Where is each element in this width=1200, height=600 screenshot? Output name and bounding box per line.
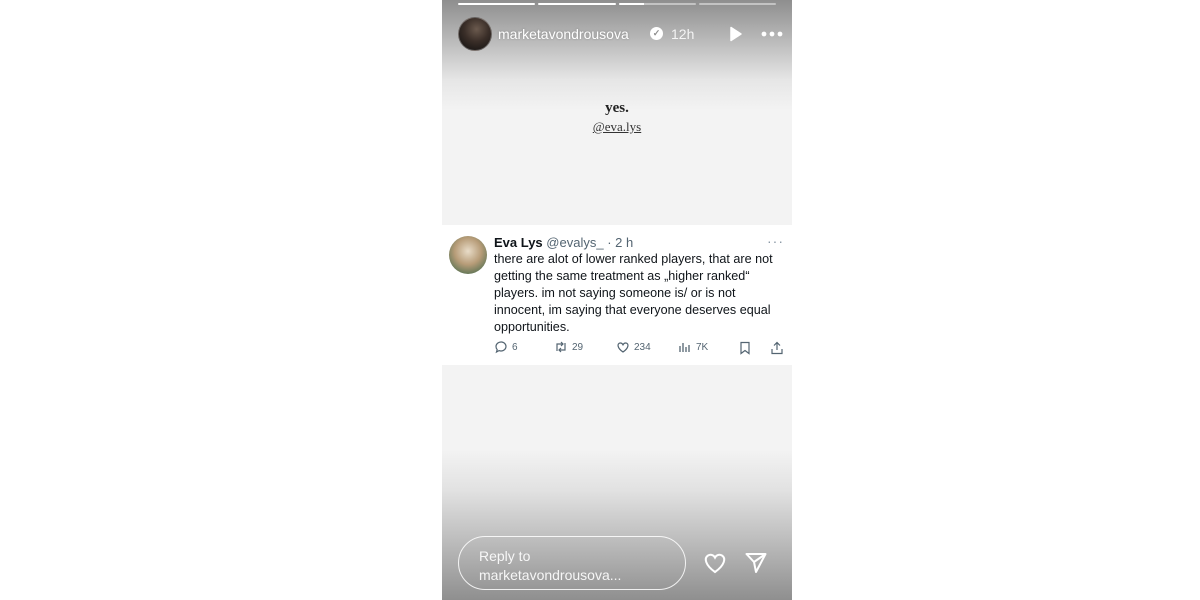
avatar[interactable] [458, 17, 492, 51]
comment-icon [495, 341, 507, 354]
heart-icon[interactable] [702, 551, 728, 575]
story-username[interactable]: marketavondrousova [498, 26, 629, 42]
views-action[interactable]: 7K [678, 340, 708, 354]
tweet-actions: 6 29 234 7K [494, 340, 788, 356]
verified-badge-icon: ✓ [650, 27, 663, 40]
bookmark-icon[interactable] [738, 341, 752, 355]
progress-fill [618, 3, 644, 5]
story-caption: yes. @eva.lys [442, 100, 792, 135]
story-timestamp: 12h [671, 26, 695, 42]
progress-fill [458, 3, 536, 5]
reply-count: 6 [512, 341, 518, 353]
tweet-more-icon[interactable]: ··· [767, 233, 784, 249]
progress-segment [458, 3, 536, 5]
more-icon[interactable] [760, 25, 784, 43]
story-viewer: marketavondrousova ✓ 12h yes. @eva.lys E… [442, 0, 792, 600]
retweet-icon [556, 341, 566, 353]
embedded-tweet[interactable]: Eva Lys @evalys_ · 2 h ··· there are alo… [442, 225, 792, 365]
mention-link[interactable]: @eva.lys [442, 119, 792, 135]
progress-segment [538, 3, 616, 5]
views-count: 7K [696, 341, 709, 353]
progress-fill [538, 3, 616, 5]
progress-segment [618, 3, 696, 5]
tweet-body: there are alot of lower ranked players, … [494, 252, 773, 334]
share-icon[interactable] [770, 341, 784, 355]
heart-icon [617, 342, 629, 353]
send-icon[interactable] [744, 551, 768, 575]
reply-placeholder: Reply to marketavondrousova... [479, 548, 622, 583]
reply-action[interactable]: 6 [494, 340, 518, 354]
like-count: 234 [634, 341, 651, 353]
tweet-header: Eva Lys @evalys_ · 2 h [494, 235, 633, 250]
tweet-author-name[interactable]: Eva Lys [494, 235, 543, 250]
story-progress-bar [458, 3, 776, 5]
play-icon[interactable] [726, 25, 744, 43]
like-action[interactable]: 234 [616, 340, 651, 354]
reply-input[interactable]: Reply to marketavondrousova... [458, 536, 686, 590]
story-header: marketavondrousova ✓ 12h [458, 17, 783, 51]
views-icon [679, 343, 690, 352]
progress-segment [698, 3, 776, 5]
tweet-avatar[interactable] [449, 236, 487, 274]
tweet-time: · 2 h [603, 235, 634, 250]
retweet-action[interactable]: 29 [554, 340, 583, 354]
retweet-count: 29 [572, 341, 584, 353]
tweet-author-handle[interactable]: @evalys_ [546, 235, 603, 250]
caption-text: yes. [605, 100, 629, 116]
